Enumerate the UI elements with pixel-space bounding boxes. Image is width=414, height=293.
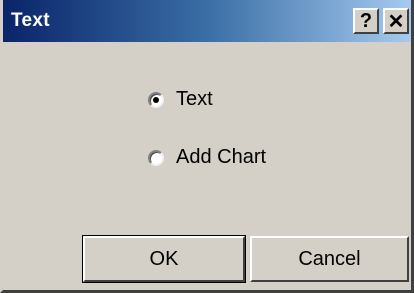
radio-label-text: Text xyxy=(176,88,213,110)
radio-option-add-chart[interactable]: Add Chart xyxy=(148,146,266,169)
radio-button-add-chart[interactable] xyxy=(148,149,164,166)
radio-button-text[interactable] xyxy=(148,91,164,108)
cancel-button[interactable]: Cancel xyxy=(250,236,409,282)
radio-label-add-chart: Add Chart xyxy=(176,146,267,168)
window-title: Text xyxy=(11,10,50,31)
title-bar[interactable]: Text ? ✕ xyxy=(3,0,411,42)
help-button[interactable]: ? xyxy=(353,8,379,34)
close-button[interactable]: ✕ xyxy=(383,8,409,34)
text-dialog: Text ? ✕ Text Add Chart OK Cancel xyxy=(0,0,414,293)
close-icon: ✕ xyxy=(387,10,405,33)
ok-button[interactable]: OK xyxy=(82,235,246,283)
help-icon: ? xyxy=(359,9,373,32)
radio-option-text[interactable]: Text xyxy=(148,88,213,111)
radio-selected-dot xyxy=(153,96,159,103)
